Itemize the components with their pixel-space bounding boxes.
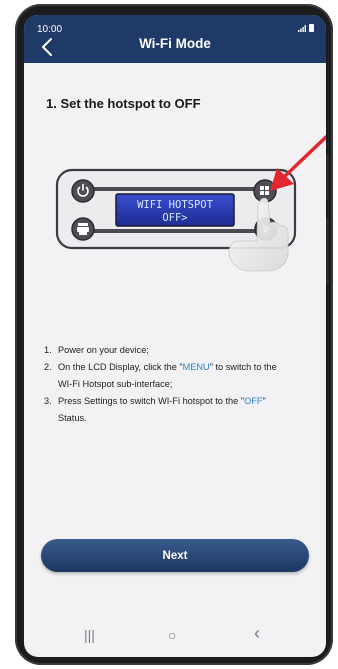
instruction-number: 1.: [44, 345, 52, 355]
instruction-item: 2. On the LCD Display, click the "MENU" t…: [44, 359, 316, 376]
instruction-text: On the LCD Display, click the ": [58, 362, 183, 372]
instruction-text: Power on your device;: [58, 345, 149, 355]
instruction-continuation: Status.: [44, 410, 316, 427]
instructions-list: 1. Power on your device; 2. On the LCD Disp…: [44, 342, 316, 427]
recents-button[interactable]: |||: [84, 627, 95, 643]
step-heading: 1. Set the hotspot to OFF: [46, 96, 201, 111]
menu-button[interactable]: [71, 217, 95, 241]
instruction-text: ": [262, 396, 266, 406]
header-bar: 10:00 Wi-Fi Mode: [24, 15, 326, 63]
power-button[interactable]: [71, 179, 95, 203]
system-navbar: ||| ○ ‹: [24, 619, 326, 657]
instruction-body: Press Settings to switch WI-Fi hotspot t…: [54, 393, 266, 410]
nav-back-button[interactable]: ‹: [254, 623, 260, 644]
status-icons: [298, 24, 314, 32]
instruction-keyword: OFF: [244, 396, 263, 406]
lcd-line-1: WIFI HOTSPOT: [137, 199, 214, 211]
instruction-continuation: WI-Fi Hotspot sub-interface;: [44, 376, 316, 393]
instruction-item: 3. Press Settings to switch WI-Fi hotspot…: [44, 393, 316, 410]
instruction-item: 1. Power on your device;: [44, 342, 316, 359]
home-button[interactable]: ○: [168, 627, 176, 643]
instruction-keyword: MENU: [182, 362, 210, 372]
instruction-text: WI-Fi Hotspot sub-interface;: [58, 379, 173, 389]
instruction-text: Press Settings to switch WI-Fi hotspot t…: [58, 396, 245, 406]
instruction-number: 3.: [44, 396, 52, 406]
page-title: Wi-Fi Mode: [139, 36, 211, 51]
lcd-line-2: OFF>: [162, 212, 187, 224]
battery-icon: [309, 24, 314, 32]
next-button[interactable]: Next: [41, 539, 309, 572]
instruction-body: Power on your device;: [54, 342, 149, 359]
instruction-body: On the LCD Display, click the "MENU" to …: [54, 359, 277, 376]
signal-icon: [298, 24, 306, 32]
status-time: 10:00: [37, 24, 63, 35]
instruction-number: 2.: [44, 362, 52, 372]
instruction-text: " to switch to the: [209, 362, 277, 372]
instruction-text: Status.: [58, 413, 87, 423]
device-illustration: WIFI HOTSPOT OFF>: [24, 125, 326, 295]
app-screen: 10:00 Wi-Fi Mode 1. Set the hotspot to O…: [24, 15, 326, 657]
red-arrow-icon: [270, 135, 326, 191]
